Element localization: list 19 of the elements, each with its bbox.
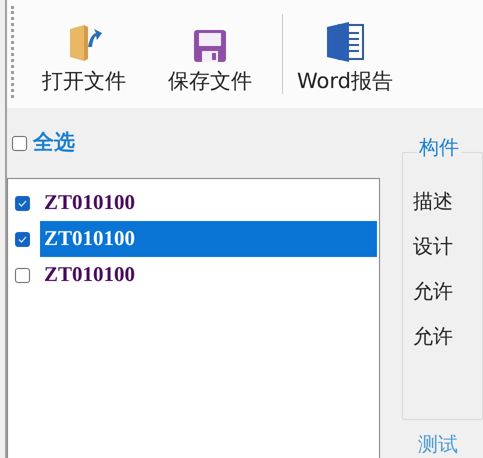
field-label: 允许 — [413, 281, 454, 301]
toolbar-button[interactable]: Word报告 — [297, 4, 393, 100]
field-label: 设计 — [413, 236, 454, 256]
select-all-checkbox[interactable] — [12, 136, 27, 150]
group-title: 构件 — [417, 137, 461, 157]
list-item[interactable]: ZT010100 — [40, 185, 377, 221]
toolbar-grip[interactable] — [11, 6, 14, 98]
toolbar-button[interactable]: 打开文件 — [42, 4, 126, 100]
field-label: 允许 — [413, 326, 454, 346]
item-checkbox[interactable] — [15, 232, 30, 246]
list-item[interactable]: ZT010100 — [40, 221, 377, 257]
document-icon — [324, 21, 365, 63]
item-checkbox[interactable] — [15, 268, 30, 282]
item-checkbox[interactable] — [15, 196, 30, 210]
select-all-label[interactable]: 全选 — [33, 127, 75, 159]
toolbar-button[interactable]: 保存文件 — [168, 4, 252, 100]
field-label: 描述 — [413, 191, 454, 211]
list-item[interactable]: ZT010100 — [40, 257, 377, 293]
group-title: 测试 — [418, 434, 458, 454]
